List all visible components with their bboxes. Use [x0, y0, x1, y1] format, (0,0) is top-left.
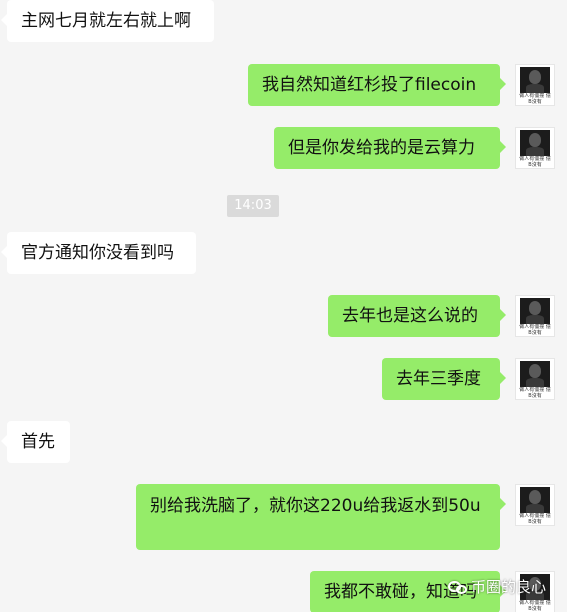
message-bubble-outgoing[interactable]: 别给我洗脑了，就你这220u给我返水到50u	[136, 484, 506, 550]
message-text: 官方通知你没看到吗	[21, 243, 174, 263]
watermark-text: 币圈的良心	[471, 578, 547, 596]
avatar-caption: 做人有僵撞 億B沒有	[519, 387, 551, 399]
portrait-avatar-icon	[520, 67, 550, 93]
message-bubble-outgoing[interactable]: 我自然知道红杉投了filecoin	[248, 64, 506, 106]
watermark: 币圈的良心	[448, 576, 546, 598]
user-avatar[interactable]: 做人有僵撞 億B沒有	[515, 295, 555, 337]
portrait-avatar-icon	[520, 361, 550, 387]
timestamp: 14:03	[227, 195, 279, 217]
message-bubble-incoming[interactable]: 首先	[1, 421, 70, 463]
user-avatar[interactable]: 做人有僵撞 億B沒有	[515, 484, 555, 526]
chat-window: 主网七月就左右就上啊 我自然知道红杉投了filecoin 做人有僵撞 億B沒有 …	[0, 0, 567, 612]
message-bubble-outgoing[interactable]: 但是你发给我的是云算力	[274, 127, 506, 169]
message-text: 我自然知道红杉投了filecoin	[262, 75, 477, 95]
portrait-avatar-icon	[520, 298, 550, 324]
user-avatar[interactable]: 做人有僵撞 億B沒有	[515, 358, 555, 400]
avatar-caption: 做人有僵撞 億B沒有	[519, 513, 551, 525]
user-avatar[interactable]: 做人有僵撞 億B沒有	[515, 127, 555, 169]
message-text: 去年也是这么说的	[342, 306, 478, 326]
message-text: 首先	[21, 432, 55, 452]
avatar-caption: 做人有僵撞 億B沒有	[519, 600, 551, 612]
message-bubble-outgoing[interactable]: 去年也是这么说的	[328, 295, 506, 337]
message-bubble-outgoing[interactable]: 去年三季度	[382, 358, 506, 400]
user-avatar[interactable]: 做人有僵撞 億B沒有	[515, 64, 555, 106]
portrait-avatar-icon	[520, 487, 550, 513]
portrait-avatar-icon	[520, 130, 550, 156]
message-bubble-incoming[interactable]: 官方通知你没看到吗	[1, 232, 196, 274]
message-text: 去年三季度	[396, 369, 481, 389]
message-bubble-incoming[interactable]: 主网七月就左右就上啊	[1, 0, 214, 42]
avatar-caption: 做人有僵撞 億B沒有	[519, 93, 551, 105]
avatar-caption: 做人有僵撞 億B沒有	[519, 324, 551, 336]
wechat-logo-icon	[448, 579, 468, 595]
message-text: 主网七月就左右就上啊	[21, 11, 191, 31]
message-text: 但是你发给我的是云算力	[288, 138, 475, 158]
avatar-caption: 做人有僵撞 億B沒有	[519, 156, 551, 168]
message-text: 别给我洗脑了，就你这220u给我返水到50u	[150, 496, 481, 516]
